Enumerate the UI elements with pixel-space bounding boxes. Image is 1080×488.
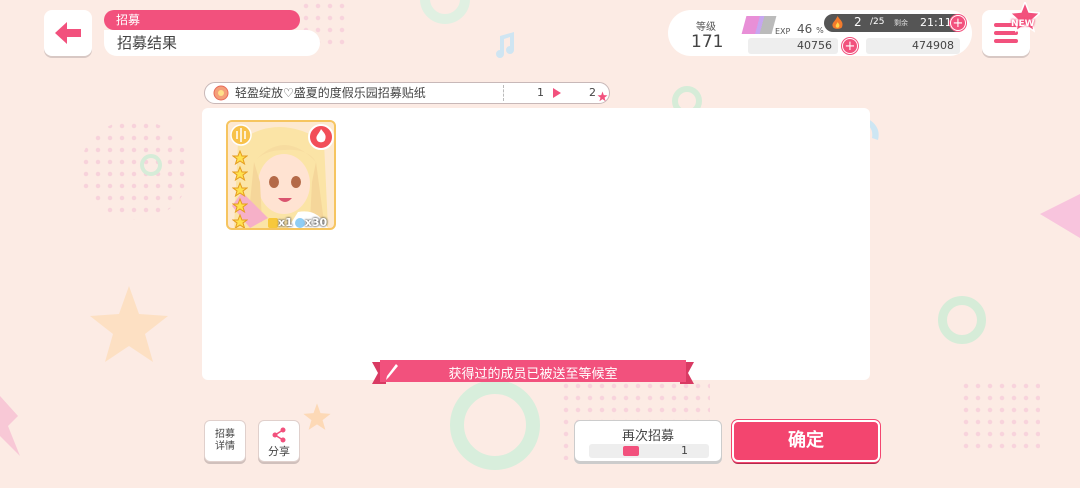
- new-badge: NEW: [1008, 0, 1042, 38]
- band-icon: [230, 124, 252, 146]
- dots-decoration: [960, 380, 1040, 450]
- stamina-max: /25: [870, 17, 885, 27]
- gacha-details-label: 招募 详情: [205, 429, 245, 453]
- coin-value: 474908: [866, 38, 960, 54]
- result-panel: x1 x30: [202, 108, 870, 380]
- status-panel: 等级 171 EXP 46 % 2 /25 剩余 21:11 + 40756 +…: [668, 10, 972, 56]
- music-note-decoration: [496, 32, 514, 58]
- new-badge-label: NEW: [1011, 19, 1035, 29]
- page-star-icon: [597, 91, 608, 102]
- star-decoration: [303, 403, 331, 430]
- page-next: 2: [589, 86, 596, 99]
- card-stars-gain: x30: [304, 216, 328, 229]
- star-currency-value: 40756: [748, 38, 838, 54]
- page-title-pill: 招募 招募结果: [104, 10, 320, 56]
- remaining-time: 21:11: [920, 16, 952, 29]
- exp-percent: 46 %: [797, 22, 824, 36]
- recruit-cost: 1: [589, 444, 709, 458]
- confirm-button[interactable]: 确定: [732, 420, 880, 462]
- exp-bar: [741, 16, 777, 34]
- rarity-stars: [231, 149, 249, 228]
- back-arrow-icon: [55, 22, 81, 44]
- member-card[interactable]: x1 x30: [226, 120, 336, 230]
- ring-decoration: [420, 0, 470, 24]
- star-decoration: [90, 286, 168, 362]
- level-value: 171: [691, 32, 724, 52]
- rarity-star-icons: [231, 149, 249, 228]
- ring-decoration: [938, 296, 986, 344]
- page-arrow-icon[interactable]: [553, 88, 561, 98]
- page-current: 1: [537, 86, 544, 99]
- remaining-label: 剩余: [894, 19, 908, 27]
- card-quantity: x1: [278, 216, 293, 229]
- gacha-name-bar: 轻盈绽放♡盛夏的度假乐园招募贴纸 1 2: [204, 82, 610, 104]
- flame-icon: [832, 16, 843, 29]
- back-button[interactable]: [44, 10, 92, 56]
- stamina-bar: 2 /25 剩余 21:11: [824, 14, 966, 32]
- triangle-decoration: [1040, 194, 1080, 238]
- divider: [503, 85, 504, 101]
- gacha-details-line1: 招募: [215, 429, 235, 440]
- ring-decoration: [450, 380, 540, 470]
- gem-icon: [268, 218, 278, 228]
- exp-percent-unit: %: [816, 26, 824, 35]
- share-label: 分享: [268, 445, 290, 458]
- dots-decoration: [80, 120, 190, 220]
- gacha-details-line2: 详情: [215, 441, 235, 452]
- gacha-sticker-icon: [213, 85, 229, 101]
- star-shard-icon: [294, 218, 305, 228]
- share-button[interactable]: 分享: [258, 420, 300, 462]
- recruit-cost-value: 1: [681, 444, 688, 457]
- notice-banner: 获得过的成员已被送至等候室: [372, 360, 694, 386]
- recruit-again-button[interactable]: 再次招募 1: [574, 420, 722, 462]
- stamina-current: 2: [854, 15, 862, 29]
- add-stamina-button[interactable]: +: [950, 15, 966, 31]
- bolt-decoration: [0, 396, 20, 456]
- page-title: 招募结果: [104, 30, 320, 56]
- card-rewards: x1 x30: [268, 216, 328, 229]
- page-category: 招募: [104, 10, 300, 30]
- new-star-icon: [1008, 0, 1042, 33]
- add-stars-button[interactable]: +: [842, 38, 858, 54]
- gacha-details-button[interactable]: 招募 详情: [204, 420, 246, 462]
- exp-label: EXP: [775, 27, 791, 36]
- exp-percent-value: 46: [797, 22, 813, 36]
- notice-text: 获得过的成员已被送至等候室: [448, 367, 618, 382]
- fire-icon: [308, 124, 334, 150]
- recruit-again-label: 再次招募: [621, 429, 674, 444]
- level-label: 等级: [696, 22, 716, 33]
- share-icon: [272, 427, 286, 443]
- ring-decoration: [140, 154, 162, 176]
- ticket-icon: [623, 446, 639, 456]
- gacha-name: 轻盈绽放♡盛夏的度假乐园招募贴纸: [235, 86, 426, 100]
